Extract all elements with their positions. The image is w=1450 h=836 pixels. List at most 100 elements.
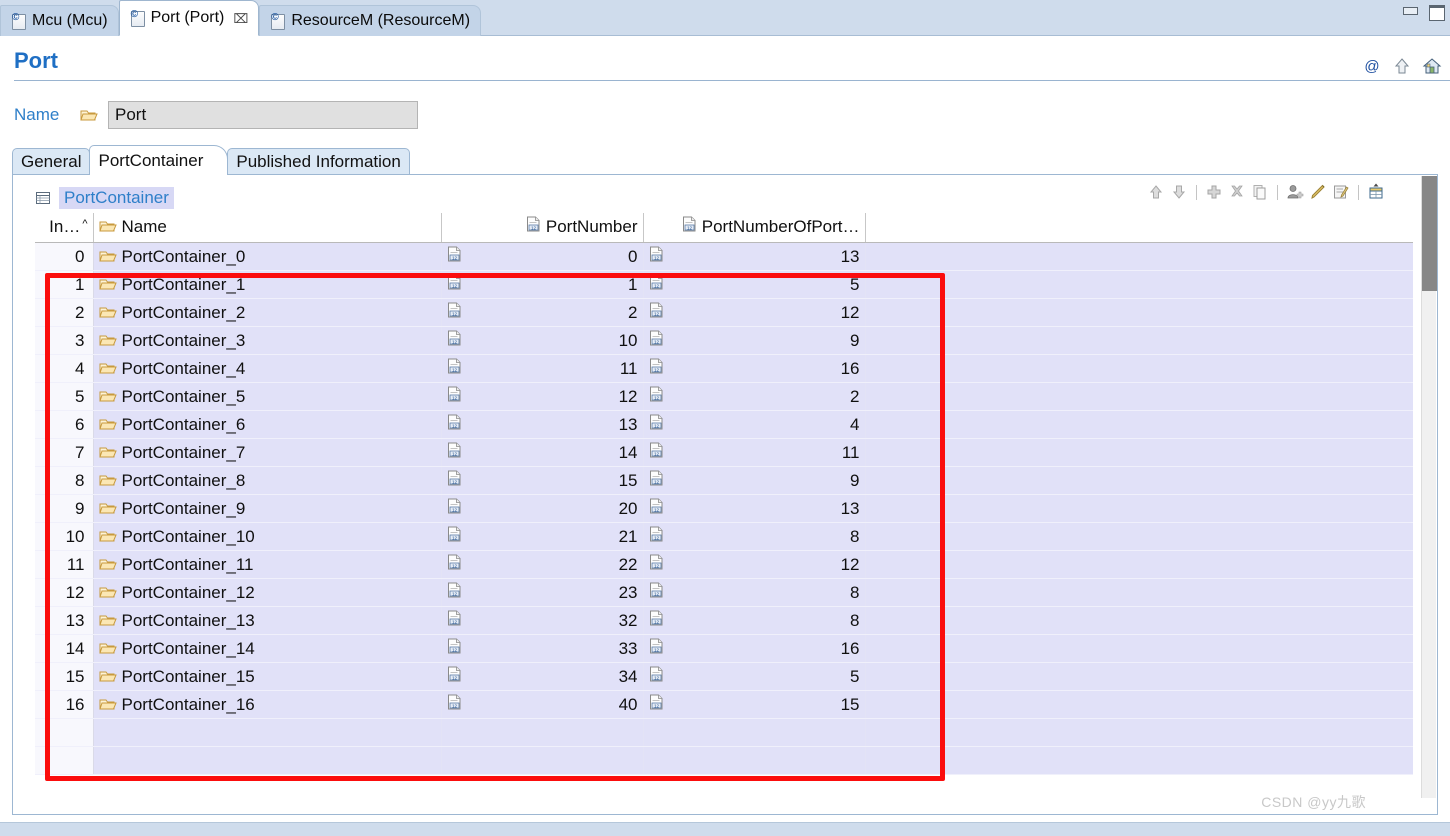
cell-name[interactable]: PortContainer_6 (93, 410, 442, 439)
cell-port-number[interactable]: 12 20 (441, 494, 644, 523)
delete-icon[interactable] (1228, 183, 1246, 201)
cell-port-number[interactable]: 12 21 (441, 522, 644, 551)
cell-port-number-of-port[interactable]: 12 2 (643, 382, 866, 411)
editor-tab-mcu[interactable]: Mcu (Mcu) (0, 5, 119, 36)
editor-tab-port[interactable]: Port (Port) ⌧ (118, 0, 260, 36)
cell-port-number[interactable]: 12 2 (441, 298, 644, 327)
cell-port-number-of-port[interactable]: 12 16 (643, 354, 866, 383)
cell-name[interactable]: PortContainer_16 (93, 690, 442, 719)
table-row[interactable]: 9 PortContainer_9 12 20 12 13 (35, 494, 1413, 523)
cell-port-number[interactable]: 12 34 (441, 662, 644, 691)
table-row[interactable]: 7 PortContainer_7 12 14 12 11 (35, 438, 1413, 467)
cell-name[interactable]: PortContainer_1 (93, 270, 442, 299)
table-row[interactable]: 5 PortContainer_5 12 12 12 2 (35, 382, 1413, 411)
edit-pencil-icon[interactable] (1309, 183, 1327, 201)
cell-name[interactable]: PortContainer_4 (93, 354, 442, 383)
cell-port-number[interactable]: 12 40 (441, 690, 644, 719)
add-user-icon[interactable] (1286, 183, 1304, 201)
cell-port-number[interactable]: 12 15 (441, 466, 644, 495)
cell-port-number[interactable]: 12 23 (441, 578, 644, 607)
cell-port-number-value: 14 (618, 442, 638, 462)
table-row[interactable]: 11 PortContainer_11 12 22 12 12 (35, 550, 1413, 579)
cell-port-number-of-port[interactable]: 12 12 (643, 550, 866, 579)
cell-port-number-of-port[interactable]: 12 16 (643, 634, 866, 663)
tab-portcontainer[interactable]: PortContainer (89, 145, 229, 175)
cell-port-number-of-port[interactable]: 12 13 (643, 242, 866, 271)
column-header-portnumberofport[interactable]: 12 PortNumberOfPort… (643, 213, 866, 243)
tab-published-information[interactable]: Published Information (227, 148, 410, 175)
cell-port-number[interactable]: 12 14 (441, 438, 644, 467)
edit-note-icon[interactable] (1332, 183, 1350, 201)
cell-name[interactable]: PortContainer_2 (93, 298, 442, 327)
cell-name[interactable]: PortContainer_0 (93, 242, 442, 271)
folder-icon (98, 361, 117, 376)
cell-port-number-of-port[interactable]: 12 9 (643, 326, 866, 355)
cell-name[interactable]: PortContainer_9 (93, 494, 442, 523)
table-row[interactable]: 8 PortContainer_8 12 15 12 9 (35, 466, 1413, 495)
table-row[interactable]: 0 PortContainer_0 12 0 12 13 (35, 242, 1413, 271)
column-header-portnumber[interactable]: 12 PortNumber (441, 213, 644, 243)
export-table-icon[interactable] (1367, 183, 1385, 201)
cell-port-number[interactable]: 12 12 (441, 382, 644, 411)
name-input[interactable] (108, 101, 418, 129)
table-row[interactable]: 2 PortContainer_2 12 2 12 12 (35, 298, 1413, 327)
cell-port-number[interactable]: 12 10 (441, 326, 644, 355)
table-row[interactable]: 15 PortContainer_15 12 34 12 5 (35, 662, 1413, 691)
cell-port-number[interactable]: 12 1 (441, 270, 644, 299)
cell-port-number[interactable]: 12 22 (441, 550, 644, 579)
maximize-restore-icon[interactable] (1427, 4, 1445, 21)
up-arrow-icon[interactable] (1392, 56, 1412, 76)
cell-name[interactable]: PortContainer_12 (93, 578, 442, 607)
cell-name[interactable]: PortContainer_11 (93, 550, 442, 579)
table-row[interactable]: 1 PortContainer_1 12 1 12 5 (35, 270, 1413, 299)
table-row[interactable]: 13 PortContainer_13 12 32 12 8 (35, 606, 1413, 635)
cell-port-number-of-port[interactable]: 12 5 (643, 270, 866, 299)
cell-port-number-of-port[interactable]: 12 15 (643, 690, 866, 719)
table-row[interactable]: 6 PortContainer_6 12 13 12 4 (35, 410, 1413, 439)
cell-name[interactable]: PortContainer_13 (93, 606, 442, 635)
editor-tab-resourcem[interactable]: ResourceM (ResourceM) (259, 5, 482, 36)
svg-text:12: 12 (654, 367, 660, 372)
table-row[interactable]: 4 PortContainer_4 12 11 12 16 (35, 354, 1413, 383)
cell-port-number-of-port[interactable]: 12 4 (643, 410, 866, 439)
vertical-scrollbar[interactable] (1421, 176, 1437, 798)
cell-port-number-of-port[interactable]: 12 13 (643, 494, 866, 523)
cell-port-number[interactable]: 12 33 (441, 634, 644, 663)
tab-general[interactable]: General (12, 148, 91, 175)
column-header-index[interactable]: In… ^ (35, 213, 94, 243)
table-row[interactable]: 12 PortContainer_12 12 23 12 8 (35, 578, 1413, 607)
cell-name[interactable]: PortContainer_15 (93, 662, 442, 691)
table-row[interactable]: 14 PortContainer_14 12 33 12 16 (35, 634, 1413, 663)
cell-port-number[interactable]: 12 32 (441, 606, 644, 635)
copy-icon[interactable] (1251, 183, 1269, 201)
close-icon[interactable]: ⌧ (233, 12, 248, 25)
cell-name[interactable]: PortContainer_3 (93, 326, 442, 355)
cell-port-number[interactable]: 12 13 (441, 410, 644, 439)
cell-name[interactable]: PortContainer_5 (93, 382, 442, 411)
cell-port-number-of-port[interactable]: 12 8 (643, 606, 866, 635)
column-header-name[interactable]: Name (93, 213, 442, 243)
cell-name[interactable]: PortContainer_7 (93, 438, 442, 467)
at-icon[interactable]: @ (1362, 56, 1382, 76)
cell-port-number[interactable]: 12 11 (441, 354, 644, 383)
cell-port-number-of-port[interactable]: 12 8 (643, 522, 866, 551)
table-row[interactable]: 10 PortContainer_10 12 21 12 8 (35, 522, 1413, 551)
cell-name[interactable]: PortContainer_14 (93, 634, 442, 663)
home-icon[interactable] (1422, 56, 1442, 76)
move-down-icon[interactable] (1170, 183, 1188, 201)
cell-name[interactable]: PortContainer_8 (93, 466, 442, 495)
cell-port-number-of-port[interactable]: 12 9 (643, 466, 866, 495)
add-icon[interactable] (1205, 183, 1223, 201)
move-up-icon[interactable] (1147, 183, 1165, 201)
cell-port-number-of-port[interactable]: 12 8 (643, 578, 866, 607)
cell-port-number-of-port[interactable]: 12 12 (643, 298, 866, 327)
table-row[interactable]: 3 PortContainer_3 12 10 12 9 (35, 326, 1413, 355)
bottom-scrollbar[interactable] (0, 822, 1450, 836)
minimize-icon[interactable] (1401, 4, 1418, 18)
cell-port-number-of-port[interactable]: 12 11 (643, 438, 866, 467)
cell-port-number[interactable]: 12 0 (441, 242, 644, 271)
vertical-scrollbar-thumb[interactable] (1422, 176, 1437, 291)
cell-port-number-of-port[interactable]: 12 5 (643, 662, 866, 691)
cell-name[interactable]: PortContainer_10 (93, 522, 442, 551)
table-row[interactable]: 16 PortContainer_16 12 40 12 15 (35, 690, 1413, 719)
